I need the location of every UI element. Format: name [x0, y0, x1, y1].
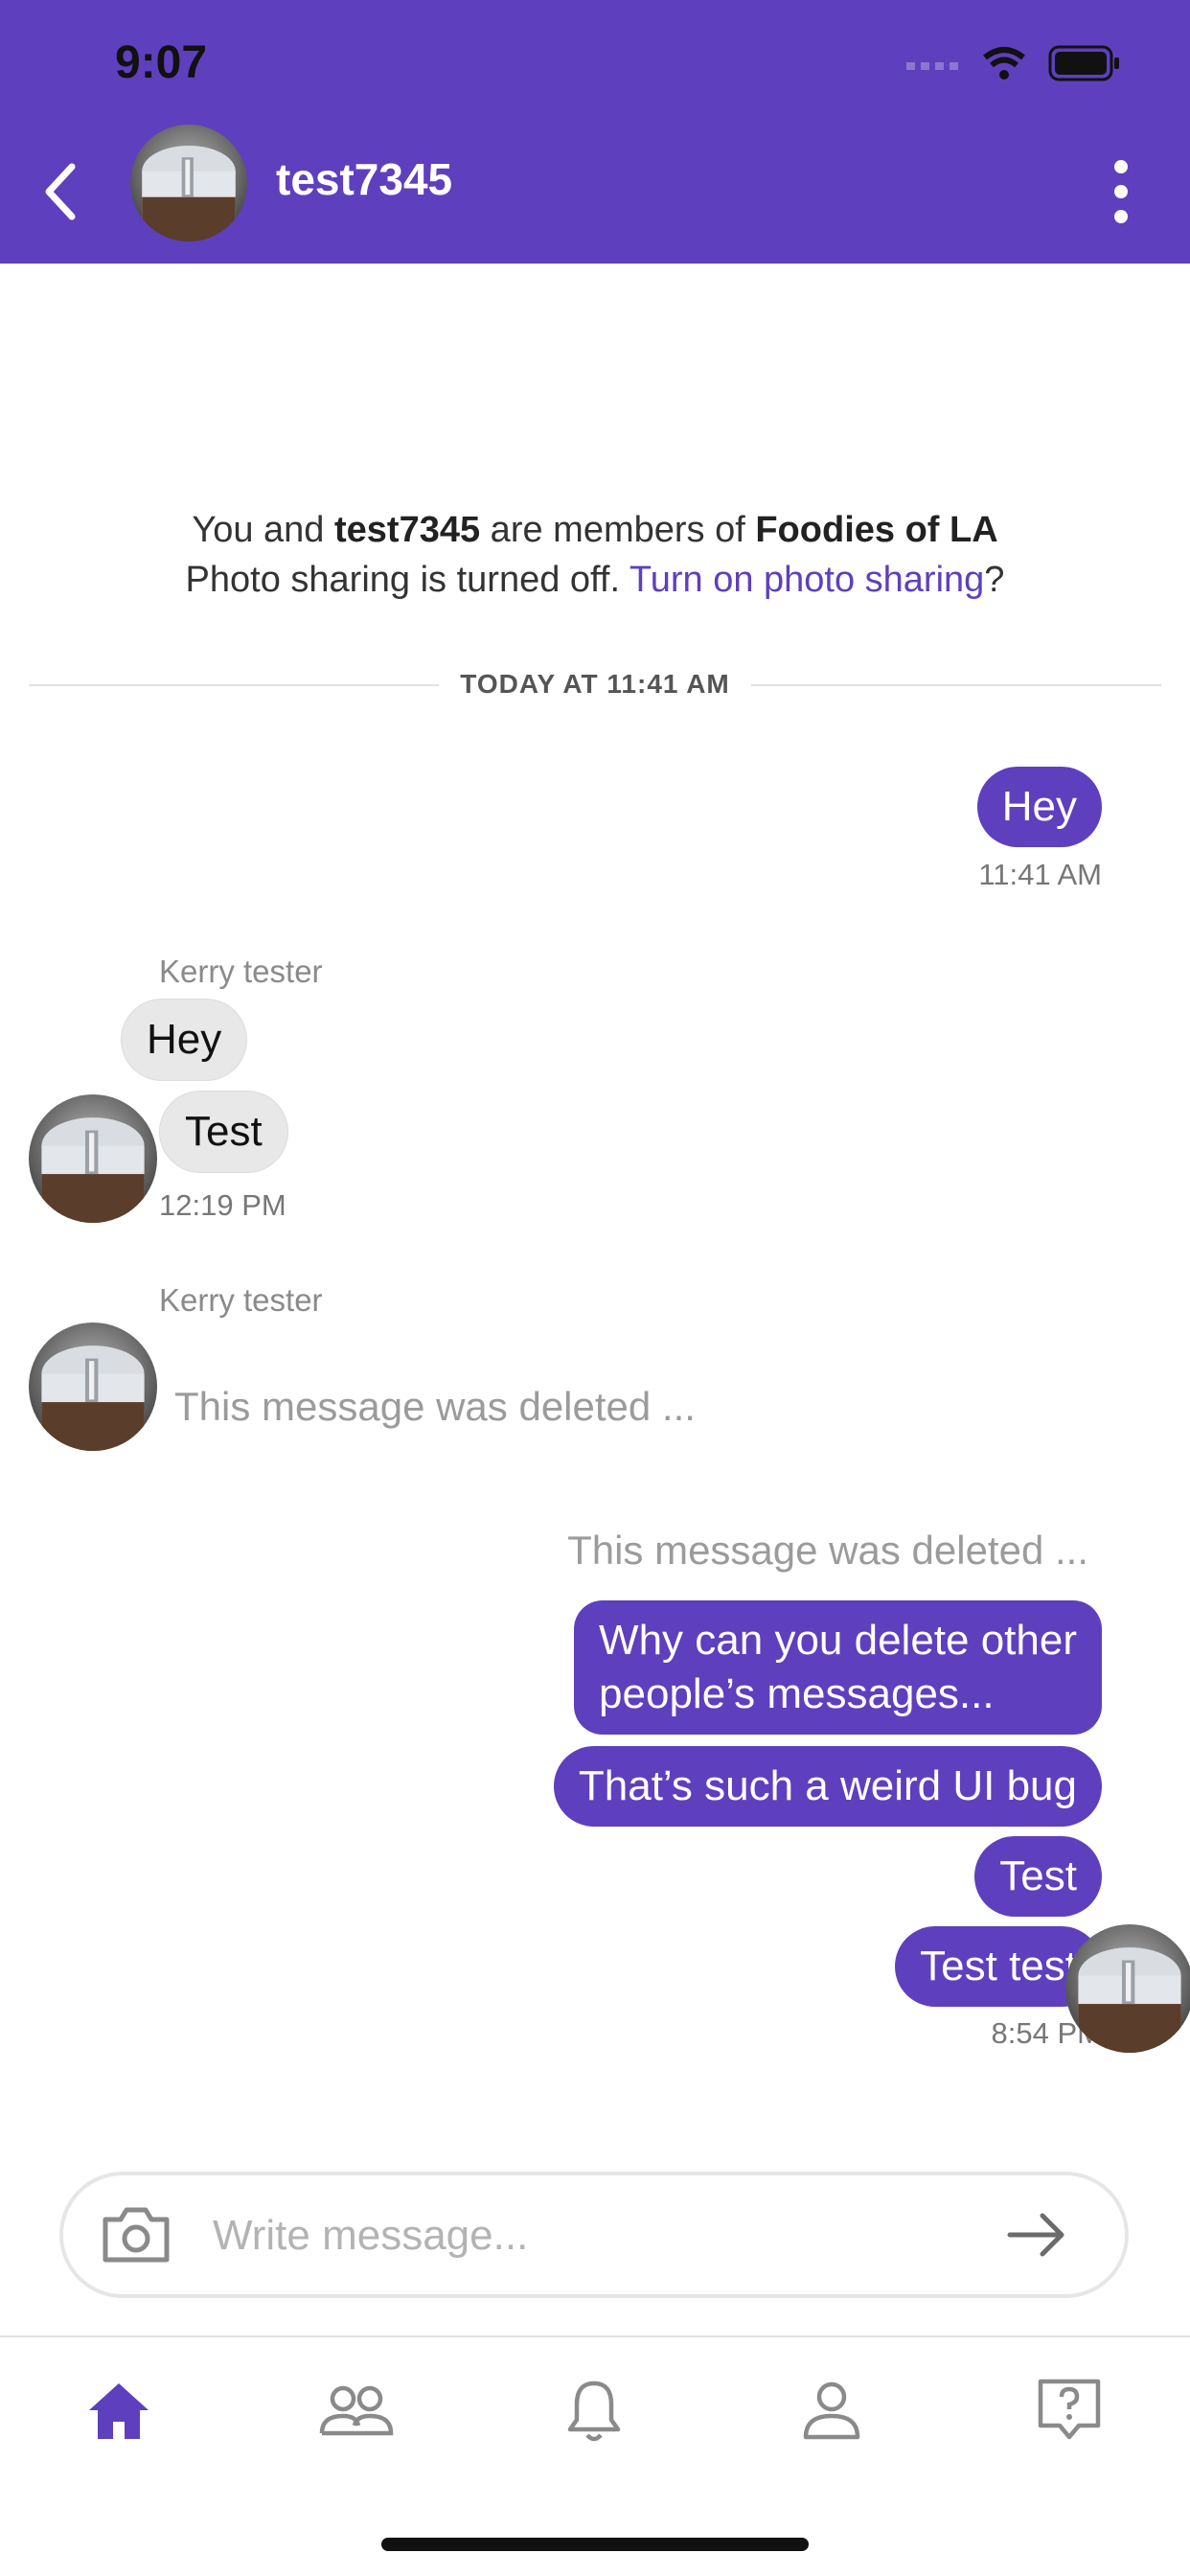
- message-input[interactable]: [211, 2204, 943, 2267]
- bell-icon: [567, 2380, 621, 2442]
- sender-avatar[interactable]: [29, 1322, 157, 1451]
- back-button[interactable]: [29, 153, 90, 230]
- tab-help[interactable]: [1021, 2367, 1117, 2453]
- their-message-bubble[interactable]: Hey: [121, 999, 248, 1081]
- my-message-bubble[interactable]: That’s such a weird UI bug: [553, 1746, 1102, 1827]
- membership-info: You and test7345 are members of Foodies …: [192, 510, 998, 550]
- people-icon: [319, 2385, 394, 2436]
- help-icon: [1038, 2379, 1101, 2440]
- tab-home[interactable]: [71, 2367, 167, 2453]
- sender-name: Kerry tester: [159, 1282, 323, 1318]
- my-message-bubble[interactable]: Hey: [976, 767, 1102, 847]
- header-title[interactable]: test7345: [276, 153, 452, 205]
- wifi-icon: [983, 47, 1025, 80]
- deleted-message: This message was deleted ...: [174, 1384, 696, 1429]
- more-options-button[interactable]: [1092, 153, 1150, 230]
- tab-bar-divider: [0, 2335, 1190, 2337]
- header-avatar[interactable]: [130, 125, 247, 242]
- tab-profile[interactable]: [784, 2367, 880, 2453]
- home-icon: [89, 2383, 149, 2439]
- camera-button[interactable]: [100, 2204, 172, 2266]
- status-icons: [906, 44, 1121, 82]
- their-message-bubble[interactable]: Test: [159, 1091, 288, 1173]
- sender-avatar[interactable]: [29, 1094, 157, 1223]
- message-time: 12:19 PM: [159, 1188, 286, 1222]
- sender-name: Kerry tester: [159, 954, 323, 989]
- my-message-bubble[interactable]: Why can you delete other people’s messag…: [574, 1600, 1102, 1735]
- message-time: 11:41 AM: [978, 858, 1102, 891]
- signal-icon: [906, 62, 958, 70]
- arrow-right-icon: [1007, 2213, 1064, 2257]
- camera-icon: [103, 2207, 170, 2263]
- my-message-bubble[interactable]: Test: [974, 1836, 1102, 1917]
- person-icon: [803, 2381, 860, 2440]
- photo-sharing-info: Photo sharing is turned off. Turn on pho…: [185, 560, 1005, 600]
- deleted-message: This message was deleted ...: [567, 1528, 1088, 1573]
- tab-notifications[interactable]: [546, 2367, 642, 2453]
- send-button[interactable]: [1000, 2204, 1073, 2266]
- chevron-left-icon: [45, 163, 76, 220]
- battery-icon: [1048, 45, 1119, 81]
- more-vertical-icon: [1114, 160, 1128, 173]
- status-time: 9:07: [115, 37, 208, 88]
- my-avatar[interactable]: [1065, 1924, 1190, 2053]
- tab-groups[interactable]: [309, 2367, 404, 2453]
- home-indicator: [381, 2538, 809, 2551]
- turn-on-photo-sharing-link[interactable]: Turn on photo sharing: [629, 560, 984, 600]
- date-divider: TODAY AT 11:41 AM: [0, 669, 1190, 700]
